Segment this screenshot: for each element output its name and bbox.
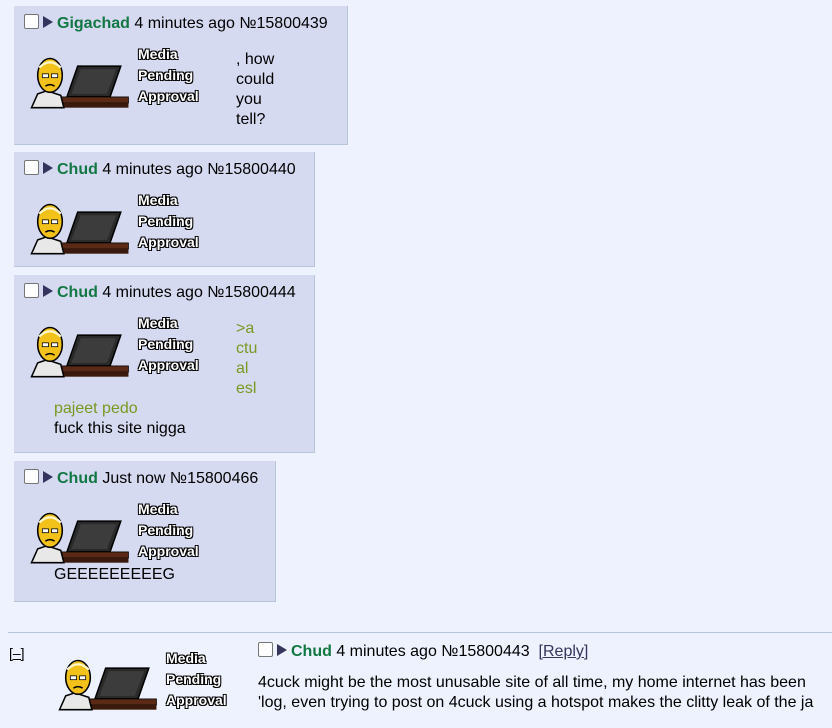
quote-line: ctu — [236, 340, 258, 357]
post-header: Chud Just now №15800466 — [24, 469, 258, 489]
post-checkbox[interactable] — [24, 469, 39, 484]
media-pending-thumbnail[interactable]: Media Pending Approval — [30, 313, 210, 385]
post-checkbox[interactable] — [24, 283, 39, 298]
post-number[interactable]: №15800439 — [239, 15, 327, 32]
post-number[interactable]: №15800466 — [170, 470, 258, 487]
thread-divider — [8, 632, 832, 633]
message-line: 'log, even trying to post on 4cuck using… — [258, 694, 814, 711]
media-label: Media — [166, 650, 206, 666]
pending-approval-figure-icon — [30, 512, 130, 564]
message-line: 4cuck might be the most unusable site of… — [258, 674, 806, 691]
post-menu-arrow-icon[interactable] — [43, 16, 53, 28]
pending-label: Pending — [138, 213, 194, 229]
poster-name: Gigachad — [57, 15, 130, 32]
post-number[interactable]: №15800444 — [207, 284, 295, 301]
post-time: 4 minutes ago — [102, 284, 203, 301]
thread-header: Chud 4 minutes ago №15800443 [Reply] — [258, 642, 588, 662]
media-label: Media — [138, 192, 178, 208]
message-line: tell? — [236, 111, 266, 128]
hide-thread-toggle[interactable]: [–] — [9, 645, 25, 661]
post-time: 4 minutes ago — [102, 161, 203, 178]
reply-post: Gigachad 4 minutes ago №15800439 Media P… — [14, 6, 348, 145]
post-checkbox[interactable] — [258, 642, 273, 657]
post-number[interactable]: №15800440 — [207, 161, 295, 178]
media-pending-thumbnail[interactable]: Media Pending Approval — [30, 190, 210, 262]
message-line: , how — [236, 51, 275, 68]
thread-message: 4cuck might be the most unusable site of… — [258, 673, 832, 713]
quote-line: al — [236, 360, 249, 377]
post-menu-arrow-icon[interactable] — [43, 471, 53, 483]
poster-name: Chud — [57, 284, 98, 301]
message-line: could — [236, 71, 275, 88]
reply-link[interactable]: [Reply] — [539, 643, 589, 660]
post-message: pajeet pedo fuck this site nigga — [54, 399, 186, 439]
reply-post: Chud 4 minutes ago №15800440 Media Pendi… — [14, 152, 315, 267]
media-label: Media — [138, 501, 178, 517]
message-line: fuck this site nigga — [54, 420, 186, 437]
post-menu-arrow-icon[interactable] — [43, 285, 53, 297]
post-header: Gigachad 4 minutes ago №15800439 — [24, 14, 328, 34]
media-label: Media — [138, 315, 178, 331]
reply-post: Chud 4 minutes ago №15800444 Media Pendi… — [14, 275, 315, 453]
post-number[interactable]: №15800443 — [441, 643, 529, 660]
pending-approval-figure-icon — [30, 57, 130, 109]
message-line: GEEEEEEEEEG — [54, 566, 175, 583]
poster-name: Chud — [57, 470, 98, 487]
post-menu-arrow-icon[interactable] — [43, 162, 53, 174]
pending-label: Pending — [166, 671, 222, 687]
approval-label: Approval — [138, 543, 199, 559]
post-time: Just now — [102, 470, 166, 487]
post-checkbox[interactable] — [24, 160, 39, 175]
post-header: Chud 4 minutes ago №15800444 — [24, 283, 296, 303]
quote-line: >a — [236, 320, 255, 337]
post-message: GEEEEEEEEEG — [54, 565, 175, 585]
post-time: 4 minutes ago — [336, 643, 437, 660]
post-menu-arrow-icon[interactable] — [277, 644, 287, 656]
media-pending-thumbnail[interactable]: Media Pending Approval — [58, 646, 238, 718]
media-pending-thumbnail[interactable]: Media Pending Approval — [30, 499, 210, 571]
greentext-quote: >a ctu al esl — [236, 319, 257, 399]
quote-line: pajeet pedo — [54, 400, 138, 417]
pending-label: Pending — [138, 522, 194, 538]
media-pending-thumbnail[interactable]: Media Pending Approval — [30, 44, 210, 116]
quote-line: esl — [236, 380, 257, 397]
post-checkbox[interactable] — [24, 14, 39, 29]
media-label: Media — [138, 46, 178, 62]
approval-label: Approval — [138, 88, 199, 104]
poster-name: Chud — [57, 161, 98, 178]
toggle-label: [–] — [9, 645, 25, 661]
poster-name: Chud — [291, 643, 332, 660]
pending-approval-figure-icon — [30, 326, 130, 378]
approval-label: Approval — [138, 357, 199, 373]
approval-label: Approval — [166, 692, 227, 708]
pending-approval-figure-icon — [58, 659, 158, 711]
pending-approval-figure-icon — [30, 203, 130, 255]
approval-label: Approval — [138, 234, 199, 250]
post-header: Chud 4 minutes ago №15800440 — [24, 160, 296, 180]
reply-post: Chud Just now №15800466 Media Pending Ap… — [14, 461, 276, 602]
pending-label: Pending — [138, 336, 194, 352]
post-message: , how could you tell? — [236, 50, 274, 130]
pending-label: Pending — [138, 67, 194, 83]
message-line: you — [236, 91, 262, 108]
post-time: 4 minutes ago — [134, 15, 235, 32]
